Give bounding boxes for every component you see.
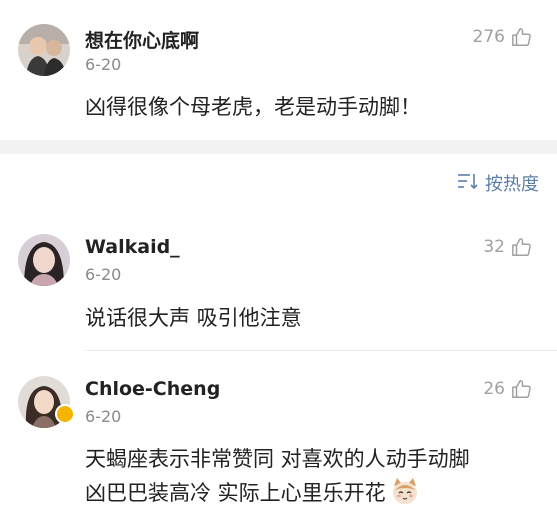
comment-text: 凶巴巴装高冷 实际上心里乐开花 — [85, 476, 420, 510]
sort-by-hot-button[interactable]: 按热度 — [457, 170, 539, 196]
sort-icon — [457, 172, 479, 195]
comment-item: 想在你心底啊 6-20 276 凶得很像个母老虎，老是动手动脚！ — [0, 0, 557, 140]
comment-item: Walkaid_ 6-20 32 说话很大声 吸引他注意 — [0, 222, 557, 352]
like-button[interactable]: 32 — [483, 236, 533, 258]
avatar[interactable] — [18, 24, 70, 76]
cat-emoji-icon — [390, 476, 420, 506]
like-count: 32 — [483, 237, 505, 257]
like-button[interactable]: 276 — [473, 26, 533, 48]
section-divider — [0, 140, 557, 154]
sort-label: 按热度 — [485, 174, 539, 195]
username[interactable]: Chloe-Cheng — [85, 378, 220, 400]
comment-text: 凶得很像个母老虎，老是动手动脚！ — [85, 95, 421, 119]
username[interactable]: 想在你心底啊 — [85, 26, 199, 53]
comment-date: 6-20 — [85, 55, 122, 74]
comment-divider — [85, 350, 557, 351]
verified-badge-icon — [55, 404, 75, 424]
comment-text: 天蝎座表示非常赞同 对喜欢的人动手动脚 — [85, 447, 470, 471]
avatar[interactable] — [18, 234, 70, 286]
like-button[interactable]: 26 — [483, 378, 533, 400]
username[interactable]: Walkaid_ — [85, 236, 180, 258]
comment-text: 说话很大声 吸引他注意 — [85, 306, 302, 330]
thumbs-up-icon — [511, 26, 533, 48]
like-count: 276 — [472, 27, 505, 47]
comment-date: 6-20 — [85, 407, 122, 426]
thumbs-up-icon — [511, 378, 533, 400]
comment-text-line: 凶巴巴装高冷 实际上心里乐开花 — [85, 481, 386, 505]
comment-item: Chloe-Cheng 6-20 26 天蝎座表示非常赞同 对喜欢的人动手动脚 … — [0, 364, 557, 519]
like-count: 26 — [483, 379, 505, 399]
comment-date: 6-20 — [85, 265, 122, 284]
comment-list-page: 想在你心底啊 6-20 276 凶得很像个母老虎，老是动手动脚！ 按热度 Wal… — [0, 0, 557, 519]
thumbs-up-icon — [511, 236, 533, 258]
